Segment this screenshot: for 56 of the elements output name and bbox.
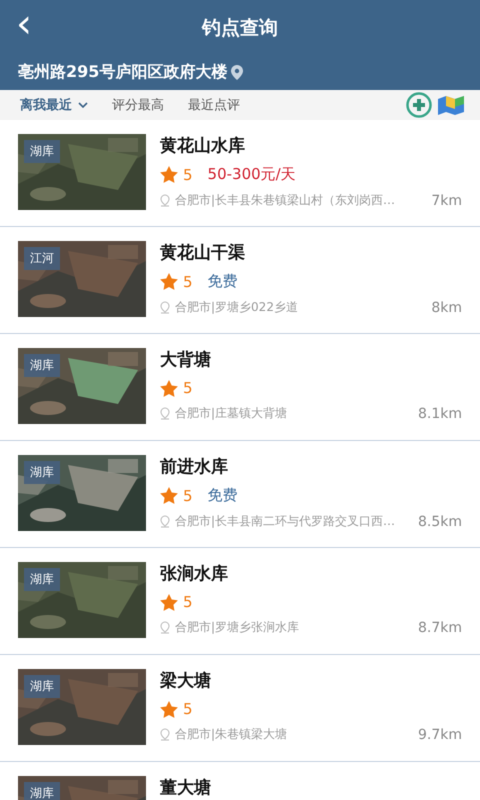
location-pin-icon[interactable] (231, 65, 244, 80)
category-tag: 湖库 (24, 140, 60, 163)
address-text: 合肥市|庄墓镇大背塘 (175, 405, 288, 422)
rating-value: 5 (183, 593, 193, 611)
address-text: 合肥市|长丰县南二环与代罗路交叉口西… (175, 513, 396, 530)
spot-name[interactable]: 张涧水库 (160, 562, 462, 585)
star-icon (160, 700, 178, 718)
fee-text: 免费 (208, 272, 238, 291)
star-icon (160, 166, 178, 183)
back-button[interactable]: ‹ (10, 4, 38, 44)
distance-text: 8.1km (418, 406, 462, 422)
location-text: 亳州路295号庐阳区政府大楼 (18, 62, 228, 83)
distance-text: 8km (431, 300, 462, 316)
rating-value: 5 (183, 486, 193, 504)
spot-name[interactable]: 黄花山干渠 (160, 241, 462, 264)
location-pin-icon (160, 621, 170, 634)
rating-value: 5 (183, 272, 193, 290)
location-pin-icon (160, 515, 170, 528)
star-icon (160, 487, 178, 504)
address-text: 合肥市|朱巷镇梁大塘 (175, 726, 288, 743)
address-text: 合肥市|长丰县朱巷镇梁山村（东刘岗西… (175, 192, 396, 209)
location-pin-icon (160, 194, 170, 207)
spot-name[interactable]: 黄花山水库 (160, 134, 462, 157)
rating-value: 5 (183, 166, 193, 184)
map-icon[interactable] (436, 93, 466, 117)
star-icon (160, 594, 178, 610)
location-pin-icon (160, 407, 170, 420)
distance-text: 9.7km (418, 726, 462, 742)
star-icon (160, 273, 178, 290)
category-tag: 湖库 (24, 461, 60, 484)
category-tag: 湖库 (24, 782, 60, 800)
location-pin-icon (160, 301, 170, 314)
fee-text: 免费 (208, 486, 238, 505)
sort-tab[interactable]: 离我最近 (10, 94, 98, 116)
category-tag: 湖库 (24, 354, 60, 377)
rating-value: 5 (183, 700, 193, 718)
location-pin-icon (160, 728, 170, 741)
rating-value: 5 (183, 379, 193, 397)
distance-text: 8.5km (418, 514, 462, 530)
spot-name[interactable]: 大背塘 (160, 348, 462, 371)
category-tag: 湖库 (24, 675, 60, 698)
page-title: 钓点查询 (202, 16, 278, 41)
sort-tab[interactable]: 最近点评 (178, 94, 250, 116)
address-text: 合肥市|罗塘乡张涧水库 (175, 619, 300, 636)
distance-text: 8.7km (418, 620, 462, 636)
spot-name[interactable]: 梁大塘 (160, 669, 462, 692)
fee-text: 50-300元/天 (208, 165, 296, 184)
spot-name[interactable]: 董大塘 (160, 776, 462, 799)
spot-name[interactable]: 前进水库 (160, 455, 462, 478)
distance-text: 7km (431, 192, 462, 208)
category-tag: 江河 (24, 247, 60, 270)
add-icon[interactable] (406, 92, 432, 118)
sort-tab[interactable]: 评分最高 (102, 94, 174, 116)
address-text: 合肥市|罗塘乡022乡道 (175, 299, 299, 316)
star-icon (160, 380, 178, 396)
category-tag: 湖库 (24, 568, 60, 591)
